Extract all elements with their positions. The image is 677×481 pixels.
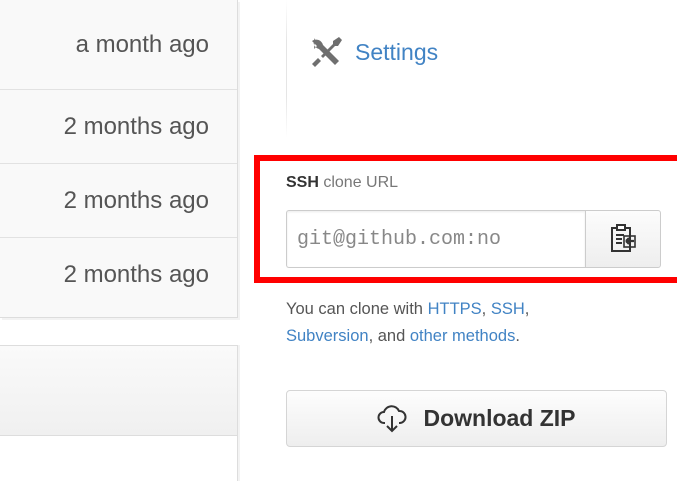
clone-help-text: You can clone with HTTPS, SSH, Subversion…	[286, 300, 530, 345]
commit-age: 2 months ago	[63, 186, 209, 214]
settings-link[interactable]: Settings	[309, 34, 438, 70]
commit-row: 2 months ago	[0, 164, 237, 238]
clipboard-icon	[610, 224, 636, 254]
commit-row: a month ago	[0, 0, 237, 90]
clone-url-label-text: clone URL	[318, 174, 399, 191]
commit-row: 2 months ago	[0, 238, 237, 312]
other-methods-link[interactable]: other methods	[410, 327, 515, 345]
commit-age: a month ago	[75, 30, 209, 58]
readme-box-header	[0, 346, 237, 436]
download-zip-label: Download ZIP	[423, 405, 576, 431]
ssh-link[interactable]: SSH	[491, 300, 525, 318]
commit-age: 2 months ago	[63, 112, 209, 140]
clone-url-label: SSH clone URL	[286, 174, 398, 192]
settings-label: Settings	[355, 38, 439, 65]
commit-list: a month ago 2 months ago 2 months ago 2 …	[0, 0, 238, 318]
download-zip-button[interactable]: Download ZIP	[286, 390, 667, 447]
copy-url-button[interactable]	[585, 210, 661, 268]
clone-protocol: SSH	[286, 174, 319, 191]
https-link[interactable]: HTTPS	[428, 300, 482, 318]
readme-box	[0, 345, 238, 481]
clone-url-input[interactable]	[286, 210, 585, 268]
cloud-download-icon	[377, 404, 407, 433]
sidebar-divider	[286, 0, 287, 138]
commit-age: 2 months ago	[63, 261, 209, 288]
subversion-link[interactable]: Subversion	[286, 327, 369, 345]
commit-row: 2 months ago	[0, 90, 237, 164]
tools-icon	[309, 34, 345, 70]
